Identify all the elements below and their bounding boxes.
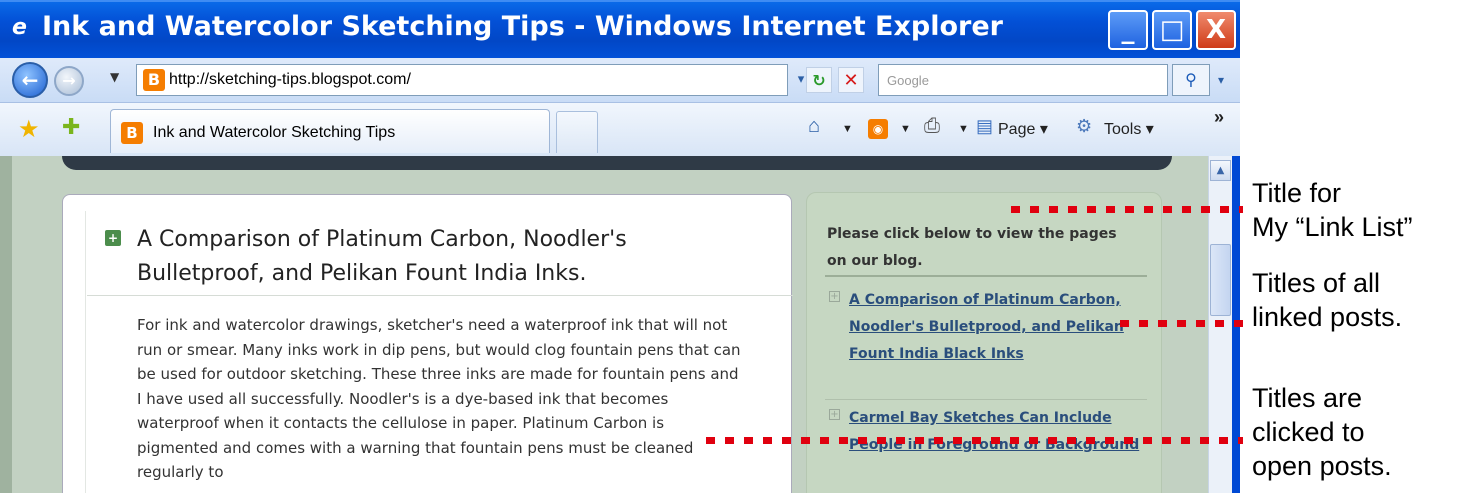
stop-button[interactable]: ✕ [838,67,864,93]
annotation-line: clicked to [1252,417,1365,447]
scroll-thumb[interactable] [1210,244,1231,316]
blogger-favicon-icon: B [121,122,143,144]
home-dropdown-icon[interactable]: ▼ [842,123,853,135]
divider [825,275,1147,277]
minimize-button[interactable]: _ [1108,10,1148,50]
annotation-dotted-line [1120,320,1243,327]
feeds-dropdown-icon[interactable]: ▼ [900,123,911,135]
post-body: For ink and watercolor drawings, sketche… [137,316,741,481]
scroll-up-button[interactable]: ▲ [1210,160,1231,181]
history-dropdown-icon[interactable]: ▼ [110,70,119,84]
window-title: Ink and Watercolor Sketching Tips - Wind… [42,11,1003,42]
ie-logo-icon: e [12,15,27,40]
command-bar: ★ ✚ B Ink and Watercolor Sketching Tips … [0,103,1240,156]
search-input[interactable]: Google [878,64,1168,96]
home-icon[interactable]: ⌂ [808,115,820,138]
link-list-widget: Please click below to view the pages on … [806,192,1162,493]
annotation-line: My “Link List” [1252,212,1413,242]
page-icon: ▤ [976,116,994,136]
annotation-line: Title for [1252,178,1342,208]
feeds-icon[interactable]: ◉ [868,119,888,139]
address-field[interactable]: B http://sketching-tips.blogspot.com/ [136,64,788,96]
divider [87,295,793,296]
annotation-line: linked posts. [1252,302,1403,332]
annotation-dotted-line [706,437,1243,444]
annotation-note: Title for My “Link List” [1252,176,1413,244]
annotation-line: open posts. [1252,451,1392,481]
forward-button[interactable]: → [54,66,84,96]
annotation-line: Titles of all [1252,268,1381,298]
bullet-icon: + [829,291,840,302]
title-bar: e Ink and Watercolor Sketching Tips - Wi… [0,0,1240,58]
expand-post-icon[interactable]: + [105,230,121,246]
page-menu[interactable]: Page ▾ [998,119,1048,139]
gear-icon: ⚙ [1076,116,1093,136]
search-button[interactable]: ⚲ [1172,64,1210,96]
print-dropdown-icon[interactable]: ▼ [958,123,969,135]
tab-active[interactable]: B Ink and Watercolor Sketching Tips [110,109,550,153]
url-text[interactable]: http://sketching-tips.blogspot.com/ [169,71,411,89]
divider [85,211,86,493]
refresh-button[interactable]: ↻ [806,67,832,93]
close-button[interactable]: X [1196,10,1236,50]
tab-label: Ink and Watercolor Sketching Tips [153,124,396,141]
search-placeholder: Google [887,73,929,88]
annotation-dotted-line [1011,206,1243,213]
post-link[interactable]: A Comparison of Platinum Carbon, Noodler… [849,287,1149,368]
annotation-note: Titles of all linked posts. [1252,266,1402,334]
more-commands-button[interactable]: » [1214,107,1224,128]
address-toolbar: ← → ▼ B http://sketching-tips.blogspot.c… [0,58,1240,103]
post-title[interactable]: A Comparison of Platinum Carbon, Noodler… [137,223,757,291]
new-tab-button[interactable] [556,111,598,153]
blogger-favicon-icon: B [143,69,165,91]
annotation-note: Titles are clicked to open posts. [1252,381,1392,483]
link-list-title: Please click below to view the pages on … [827,226,1117,269]
tools-menu[interactable]: Tools ▾ [1104,119,1154,139]
favorites-star-icon[interactable]: ★ [18,115,40,143]
back-button[interactable]: ← [12,62,48,98]
print-icon[interactable]: ⎙ [924,115,940,138]
maximize-button[interactable]: □ [1152,10,1192,50]
browser-window: e Ink and Watercolor Sketching Tips - Wi… [0,0,1240,493]
search-options-icon[interactable]: ▾ [1212,68,1230,92]
bullet-icon: + [829,409,840,420]
post-card: + A Comparison of Platinum Carbon, Noodl… [62,194,793,493]
header-band [62,156,1172,170]
divider [825,399,1147,400]
add-favorite-icon[interactable]: ✚ [62,115,80,140]
annotation-line: Titles are [1252,383,1363,413]
post-link[interactable]: Carmel Bay Sketches Can Include People i… [849,405,1149,459]
